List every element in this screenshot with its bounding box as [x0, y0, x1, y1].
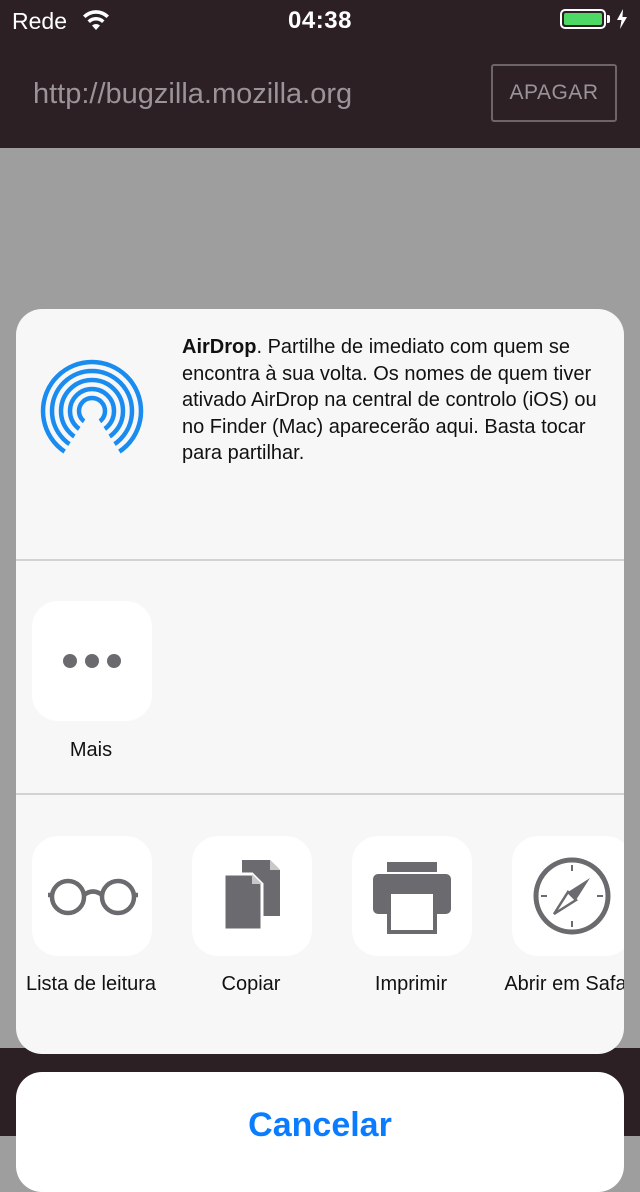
charging-bolt-icon: [616, 9, 628, 34]
copy-action[interactable]: Copiar: [176, 795, 326, 1054]
airdrop-section[interactable]: AirDrop. Partilhe de imediato com quem s…: [16, 309, 624, 561]
share-apps-row: Mais: [16, 561, 624, 795]
open-in-safari-tile[interactable]: [512, 836, 624, 956]
url-field[interactable]: http://bugzilla.mozilla.org: [33, 78, 352, 111]
airdrop-icon: [38, 357, 146, 470]
print-action[interactable]: Imprimir: [336, 795, 486, 1054]
airdrop-description: AirDrop. Partilhe de imediato com quem s…: [182, 334, 612, 467]
compass-icon: [532, 856, 612, 941]
status-bar: Rede 04:38: [0, 0, 640, 40]
clear-button[interactable]: APAGAR: [491, 64, 617, 122]
more-label: Mais: [69, 739, 113, 761]
url-bar: http://bugzilla.mozilla.org APAGAR: [0, 40, 640, 148]
status-time: 04:38: [288, 7, 352, 34]
airdrop-title: AirDrop: [182, 336, 257, 358]
print-label: Imprimir: [374, 973, 448, 995]
copy-tile[interactable]: [192, 836, 312, 956]
reading-glasses-icon: [48, 876, 138, 921]
reading-list-tile[interactable]: [32, 836, 152, 956]
open-in-safari-label: Abrir em Safari: [504, 973, 624, 995]
print-tile[interactable]: [352, 836, 472, 956]
battery-icon: [560, 9, 606, 29]
share-sheet: AirDrop. Partilhe de imediato com quem s…: [16, 309, 624, 1054]
copy-icon: [222, 860, 282, 937]
open-in-safari-action[interactable]: Abrir em Safari: [496, 795, 624, 1054]
reading-list-label: Lista de leitura: [25, 973, 157, 995]
more-action[interactable]: Mais: [16, 561, 166, 793]
battery-tip: [607, 15, 610, 23]
cancel-button[interactable]: Cancelar: [16, 1072, 624, 1192]
printer-icon: [373, 862, 451, 939]
actions-row: Lista de leitura Copiar Imprimir Abrir e…: [16, 795, 624, 1054]
more-dots-icon: [62, 653, 122, 674]
cancel-label: Cancelar: [248, 1106, 392, 1144]
copy-label: Copiar: [221, 973, 281, 995]
reading-list-action[interactable]: Lista de leitura: [16, 795, 166, 1054]
more-tile[interactable]: [32, 601, 152, 721]
